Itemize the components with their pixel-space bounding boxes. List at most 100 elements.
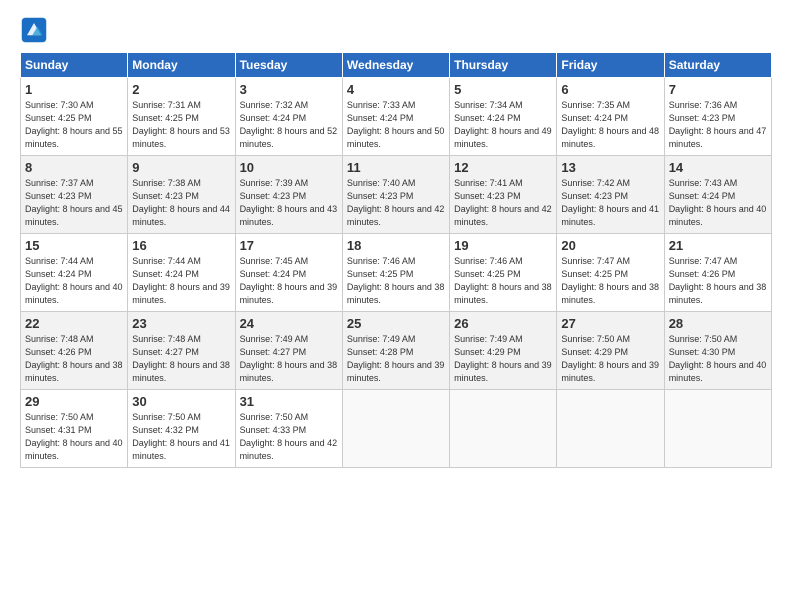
- day-info: Sunrise: 7:50 AMSunset: 4:32 PMDaylight:…: [132, 411, 230, 463]
- day-info: Sunrise: 7:34 AMSunset: 4:24 PMDaylight:…: [454, 99, 552, 151]
- header: [20, 16, 772, 44]
- day-info: Sunrise: 7:46 AMSunset: 4:25 PMDaylight:…: [347, 255, 445, 307]
- calendar-row: 1Sunrise: 7:30 AMSunset: 4:25 PMDaylight…: [21, 78, 772, 156]
- day-info: Sunrise: 7:45 AMSunset: 4:24 PMDaylight:…: [240, 255, 338, 307]
- day-number: 3: [240, 82, 338, 97]
- day-number: 29: [25, 394, 123, 409]
- table-cell: 17 Sunrise: 7:45 AMSunset: 4:24 PMDayligh…: [235, 234, 342, 312]
- day-number: 7: [669, 82, 767, 97]
- table-cell: 6 Sunrise: 7:35 AMSunset: 4:24 PMDaylight…: [557, 78, 664, 156]
- calendar-header-row: Sunday Monday Tuesday Wednesday Thursday…: [21, 53, 772, 78]
- table-cell: 13 Sunrise: 7:42 AMSunset: 4:23 PMDayligh…: [557, 156, 664, 234]
- day-number: 6: [561, 82, 659, 97]
- table-cell: 15 Sunrise: 7:44 AMSunset: 4:24 PMDayligh…: [21, 234, 128, 312]
- day-info: Sunrise: 7:49 AMSunset: 4:29 PMDaylight:…: [454, 333, 552, 385]
- day-number: 19: [454, 238, 552, 253]
- day-info: Sunrise: 7:48 AMSunset: 4:26 PMDaylight:…: [25, 333, 123, 385]
- table-cell: [342, 390, 449, 468]
- table-cell: [664, 390, 771, 468]
- table-cell: 11Sunrise: 7:40 AMSunset: 4:23 PMDayligh…: [342, 156, 449, 234]
- col-friday: Friday: [557, 53, 664, 78]
- table-cell: 27 Sunrise: 7:50 AMSunset: 4:29 PMDayligh…: [557, 312, 664, 390]
- calendar-row: 15 Sunrise: 7:44 AMSunset: 4:24 PMDayligh…: [21, 234, 772, 312]
- day-number: 27: [561, 316, 659, 331]
- logo-icon: [20, 16, 48, 44]
- table-cell: 5 Sunrise: 7:34 AMSunset: 4:24 PMDaylight…: [450, 78, 557, 156]
- day-info: Sunrise: 7:33 AMSunset: 4:24 PMDaylight:…: [347, 99, 445, 151]
- day-info: Sunrise: 7:41 AMSunset: 4:23 PMDaylight:…: [454, 177, 552, 229]
- day-info: Sunrise: 7:49 AMSunset: 4:28 PMDaylight:…: [347, 333, 445, 385]
- day-info: Sunrise: 7:38 AMSunset: 4:23 PMDaylight:…: [132, 177, 230, 229]
- day-info: Sunrise: 7:50 AMSunset: 4:31 PMDaylight:…: [25, 411, 123, 463]
- table-cell: 7 Sunrise: 7:36 AMSunset: 4:23 PMDaylight…: [664, 78, 771, 156]
- col-thursday: Thursday: [450, 53, 557, 78]
- table-cell: 18Sunrise: 7:46 AMSunset: 4:25 PMDayligh…: [342, 234, 449, 312]
- table-cell: [557, 390, 664, 468]
- table-cell: 8 Sunrise: 7:37 AMSunset: 4:23 PMDaylight…: [21, 156, 128, 234]
- day-number: 20: [561, 238, 659, 253]
- day-info: Sunrise: 7:36 AMSunset: 4:23 PMDaylight:…: [669, 99, 767, 151]
- col-monday: Monday: [128, 53, 235, 78]
- day-info: Sunrise: 7:42 AMSunset: 4:23 PMDaylight:…: [561, 177, 659, 229]
- day-number: 16: [132, 238, 230, 253]
- day-info: Sunrise: 7:39 AMSunset: 4:23 PMDaylight:…: [240, 177, 338, 229]
- day-number: 17: [240, 238, 338, 253]
- day-info: Sunrise: 7:32 AMSunset: 4:24 PMDaylight:…: [240, 99, 338, 151]
- day-number: 11: [347, 160, 445, 175]
- day-number: 8: [25, 160, 123, 175]
- table-cell: 10Sunrise: 7:39 AMSunset: 4:23 PMDayligh…: [235, 156, 342, 234]
- day-number: 26: [454, 316, 552, 331]
- day-info: Sunrise: 7:35 AMSunset: 4:24 PMDaylight:…: [561, 99, 659, 151]
- day-number: 31: [240, 394, 338, 409]
- day-info: Sunrise: 7:30 AMSunset: 4:25 PMDaylight:…: [25, 99, 123, 151]
- col-wednesday: Wednesday: [342, 53, 449, 78]
- day-number: 21: [669, 238, 767, 253]
- table-cell: 23 Sunrise: 7:48 AMSunset: 4:27 PMDayligh…: [128, 312, 235, 390]
- day-number: 14: [669, 160, 767, 175]
- table-cell: [450, 390, 557, 468]
- day-info: Sunrise: 7:47 AMSunset: 4:26 PMDaylight:…: [669, 255, 767, 307]
- table-cell: 4 Sunrise: 7:33 AMSunset: 4:24 PMDaylight…: [342, 78, 449, 156]
- calendar-row: 22 Sunrise: 7:48 AMSunset: 4:26 PMDayligh…: [21, 312, 772, 390]
- day-number: 13: [561, 160, 659, 175]
- calendar-row: 8 Sunrise: 7:37 AMSunset: 4:23 PMDaylight…: [21, 156, 772, 234]
- logo: [20, 16, 52, 44]
- day-info: Sunrise: 7:43 AMSunset: 4:24 PMDaylight:…: [669, 177, 767, 229]
- table-cell: 14 Sunrise: 7:43 AMSunset: 4:24 PMDayligh…: [664, 156, 771, 234]
- day-number: 28: [669, 316, 767, 331]
- col-tuesday: Tuesday: [235, 53, 342, 78]
- day-info: Sunrise: 7:50 AMSunset: 4:33 PMDaylight:…: [240, 411, 338, 463]
- table-cell: 26 Sunrise: 7:49 AMSunset: 4:29 PMDayligh…: [450, 312, 557, 390]
- day-number: 23: [132, 316, 230, 331]
- day-number: 24: [240, 316, 338, 331]
- table-cell: 21 Sunrise: 7:47 AMSunset: 4:26 PMDayligh…: [664, 234, 771, 312]
- day-info: Sunrise: 7:50 AMSunset: 4:29 PMDaylight:…: [561, 333, 659, 385]
- table-cell: 16 Sunrise: 7:44 AMSunset: 4:24 PMDayligh…: [128, 234, 235, 312]
- table-cell: 9Sunrise: 7:38 AMSunset: 4:23 PMDaylight…: [128, 156, 235, 234]
- day-info: Sunrise: 7:48 AMSunset: 4:27 PMDaylight:…: [132, 333, 230, 385]
- day-number: 5: [454, 82, 552, 97]
- day-number: 22: [25, 316, 123, 331]
- day-info: Sunrise: 7:44 AMSunset: 4:24 PMDaylight:…: [132, 255, 230, 307]
- table-cell: 24 Sunrise: 7:49 AMSunset: 4:27 PMDayligh…: [235, 312, 342, 390]
- day-info: Sunrise: 7:44 AMSunset: 4:24 PMDaylight:…: [25, 255, 123, 307]
- col-saturday: Saturday: [664, 53, 771, 78]
- day-number: 15: [25, 238, 123, 253]
- col-sunday: Sunday: [21, 53, 128, 78]
- day-info: Sunrise: 7:37 AMSunset: 4:23 PMDaylight:…: [25, 177, 123, 229]
- day-number: 4: [347, 82, 445, 97]
- day-number: 25: [347, 316, 445, 331]
- table-cell: 19 Sunrise: 7:46 AMSunset: 4:25 PMDayligh…: [450, 234, 557, 312]
- day-info: Sunrise: 7:31 AMSunset: 4:25 PMDaylight:…: [132, 99, 230, 151]
- table-cell: 3 Sunrise: 7:32 AMSunset: 4:24 PMDaylight…: [235, 78, 342, 156]
- table-cell: 29 Sunrise: 7:50 AMSunset: 4:31 PMDayligh…: [21, 390, 128, 468]
- day-number: 12: [454, 160, 552, 175]
- table-cell: 20 Sunrise: 7:47 AMSunset: 4:25 PMDayligh…: [557, 234, 664, 312]
- day-number: 2: [132, 82, 230, 97]
- table-cell: 12 Sunrise: 7:41 AMSunset: 4:23 PMDayligh…: [450, 156, 557, 234]
- day-number: 30: [132, 394, 230, 409]
- table-cell: 2 Sunrise: 7:31 AMSunset: 4:25 PMDaylight…: [128, 78, 235, 156]
- day-info: Sunrise: 7:49 AMSunset: 4:27 PMDaylight:…: [240, 333, 338, 385]
- day-info: Sunrise: 7:46 AMSunset: 4:25 PMDaylight:…: [454, 255, 552, 307]
- day-info: Sunrise: 7:47 AMSunset: 4:25 PMDaylight:…: [561, 255, 659, 307]
